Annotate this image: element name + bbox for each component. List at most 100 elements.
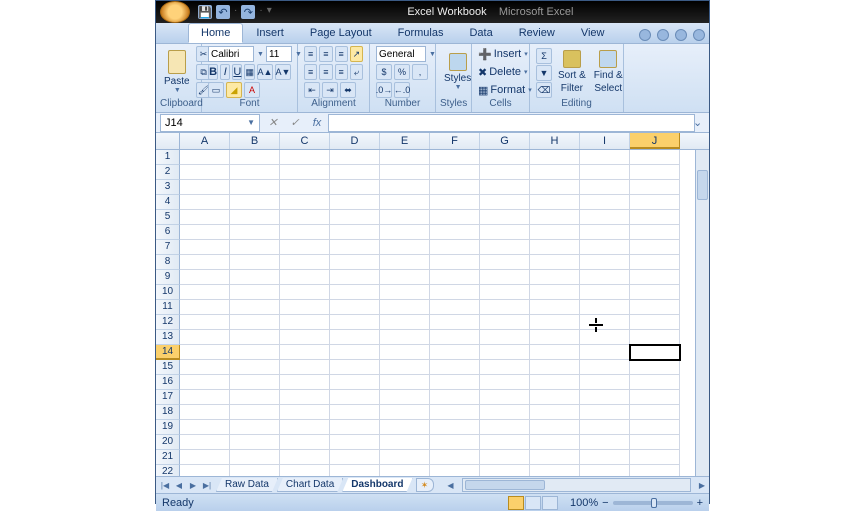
cell-J6[interactable] [630, 225, 680, 240]
cell-G22[interactable] [480, 465, 530, 476]
cell-G5[interactable] [480, 210, 530, 225]
fill-color-button[interactable]: ◢ [226, 82, 242, 98]
cell-G7[interactable] [480, 240, 530, 255]
merge-center-icon[interactable]: ⬌ [340, 82, 356, 98]
cell-I21[interactable] [580, 450, 630, 465]
cell-I4[interactable] [580, 195, 630, 210]
cell-C3[interactable] [280, 180, 330, 195]
cell-C9[interactable] [280, 270, 330, 285]
cell-I2[interactable] [580, 165, 630, 180]
comma-icon[interactable]: , [412, 64, 428, 80]
last-sheet-icon[interactable]: ▶| [200, 478, 214, 492]
cell-I13[interactable] [580, 330, 630, 345]
cell-B11[interactable] [230, 300, 280, 315]
cell-H1[interactable] [530, 150, 580, 165]
borders-button[interactable]: ▭ [208, 82, 224, 98]
cell-I15[interactable] [580, 360, 630, 375]
cell-C16[interactable] [280, 375, 330, 390]
cell-D22[interactable] [330, 465, 380, 476]
column-header-F[interactable]: F [430, 133, 480, 149]
cell-D16[interactable] [330, 375, 380, 390]
row-header-12[interactable]: 12 [156, 315, 180, 330]
cell-F13[interactable] [430, 330, 480, 345]
cell-D3[interactable] [330, 180, 380, 195]
row-header-5[interactable]: 5 [156, 210, 180, 225]
cell-I18[interactable] [580, 405, 630, 420]
border-button[interactable]: ▦ [244, 64, 255, 80]
cell-G8[interactable] [480, 255, 530, 270]
cell-D20[interactable] [330, 435, 380, 450]
cell-F19[interactable] [430, 420, 480, 435]
cell-F18[interactable] [430, 405, 480, 420]
page-layout-view-icon[interactable] [525, 496, 541, 510]
vertical-scrollbar[interactable] [695, 150, 709, 476]
cell-B21[interactable] [230, 450, 280, 465]
cell-D9[interactable] [330, 270, 380, 285]
cell-F20[interactable] [430, 435, 480, 450]
cell-B7[interactable] [230, 240, 280, 255]
scrollbar-thumb[interactable] [465, 480, 545, 490]
cell-B1[interactable] [230, 150, 280, 165]
column-header-B[interactable]: B [230, 133, 280, 149]
cell-J11[interactable] [630, 300, 680, 315]
cancel-formula-icon[interactable]: ✕ [264, 114, 282, 132]
scrollbar-thumb[interactable] [697, 170, 708, 200]
cell-I3[interactable] [580, 180, 630, 195]
cell-B19[interactable] [230, 420, 280, 435]
cell-B17[interactable] [230, 390, 280, 405]
cell-I1[interactable] [580, 150, 630, 165]
row-header-22[interactable]: 22 [156, 465, 180, 476]
cell-B2[interactable] [230, 165, 280, 180]
chevron-down-icon[interactable]: ▼ [429, 51, 436, 58]
enter-formula-icon[interactable]: ✓ [286, 114, 304, 132]
cell-A9[interactable] [180, 270, 230, 285]
hscroll-right-icon[interactable]: ▶ [695, 478, 709, 492]
column-header-A[interactable]: A [180, 133, 230, 149]
cell-A13[interactable] [180, 330, 230, 345]
increase-decimal-icon[interactable]: .0→ [376, 82, 392, 98]
number-format-select[interactable] [376, 46, 426, 62]
cell-J3[interactable] [630, 180, 680, 195]
cell-A22[interactable] [180, 465, 230, 476]
cell-J14[interactable] [630, 345, 680, 360]
cell-J4[interactable] [630, 195, 680, 210]
cell-D5[interactable] [330, 210, 380, 225]
column-header-H[interactable]: H [530, 133, 580, 149]
undo-icon[interactable]: ↶ [216, 5, 230, 19]
cell-G15[interactable] [480, 360, 530, 375]
cell-D14[interactable] [330, 345, 380, 360]
cell-A17[interactable] [180, 390, 230, 405]
cell-J1[interactable] [630, 150, 680, 165]
cell-G2[interactable] [480, 165, 530, 180]
cell-I17[interactable] [580, 390, 630, 405]
cell-D18[interactable] [330, 405, 380, 420]
cell-H4[interactable] [530, 195, 580, 210]
cell-J21[interactable] [630, 450, 680, 465]
hscroll-left-icon[interactable]: ◀ [444, 478, 458, 492]
styles-button[interactable]: Styles ▼ [440, 46, 475, 98]
cell-E4[interactable] [380, 195, 430, 210]
column-header-D[interactable]: D [330, 133, 380, 149]
row-header-20[interactable]: 20 [156, 435, 180, 450]
cell-E14[interactable] [380, 345, 430, 360]
select-all-corner[interactable] [156, 133, 180, 149]
cell-H14[interactable] [530, 345, 580, 360]
name-box[interactable]: J14 ▼ [160, 114, 260, 132]
cell-H2[interactable] [530, 165, 580, 180]
row-header-3[interactable]: 3 [156, 180, 180, 195]
cell-I12[interactable] [580, 315, 630, 330]
cell-C11[interactable] [280, 300, 330, 315]
cell-E18[interactable] [380, 405, 430, 420]
tab-formulas[interactable]: Formulas [385, 23, 457, 43]
cell-A6[interactable] [180, 225, 230, 240]
font-name-select[interactable] [208, 46, 254, 62]
cell-H22[interactable] [530, 465, 580, 476]
cell-E21[interactable] [380, 450, 430, 465]
cell-G20[interactable] [480, 435, 530, 450]
cell-B22[interactable] [230, 465, 280, 476]
cell-E5[interactable] [380, 210, 430, 225]
cell-E11[interactable] [380, 300, 430, 315]
column-header-C[interactable]: C [280, 133, 330, 149]
cell-G1[interactable] [480, 150, 530, 165]
cell-B8[interactable] [230, 255, 280, 270]
